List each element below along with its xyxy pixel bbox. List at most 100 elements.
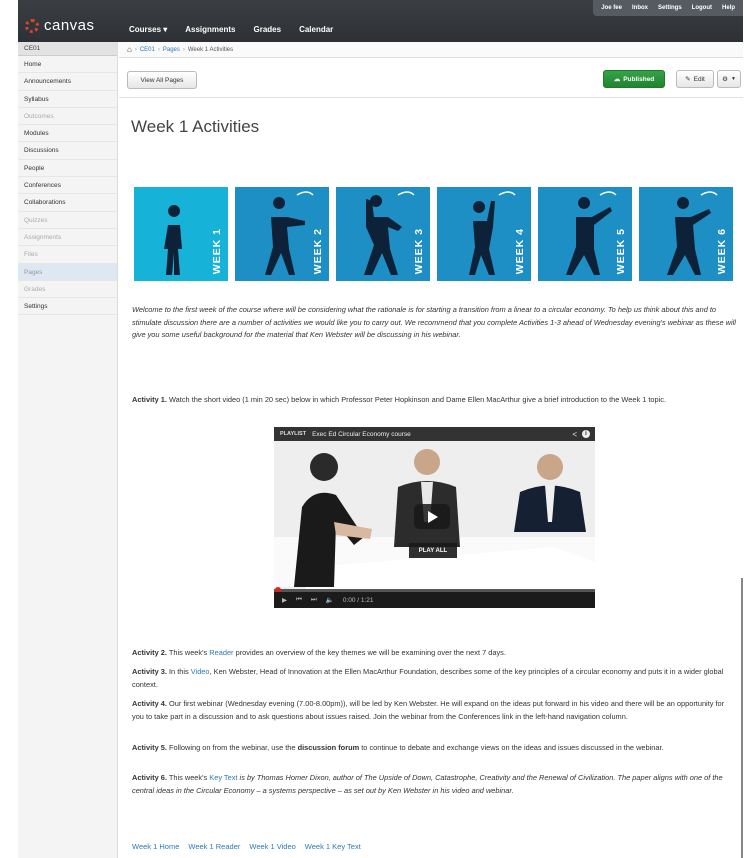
published-button[interactable]: ☁ Published [603,70,665,88]
play-icon[interactable] [414,504,450,529]
week-1-home-link[interactable]: Week 1 Home [132,842,179,851]
activity-1-text: Watch the short video (1 min 20 sec) bel… [166,395,667,404]
sidebar-item-home[interactable]: Home [18,56,117,74]
sidebar-item-settings[interactable]: Settings [18,298,117,316]
video-link[interactable]: Video [191,667,210,676]
week-6-banner[interactable]: WEEK 6 [639,187,733,281]
week-1-banner[interactable]: WEEK 1 [134,187,228,281]
week-1-reader-link[interactable]: Week 1 Reader [188,842,240,851]
sidebar-item-pages[interactable]: Pages [18,263,117,281]
activity-4: Activity 4. Our first webinar (Wednesday… [132,698,737,723]
video-player[interactable]: PLAYLIST Exec Ed Circular Economy course… [274,427,595,608]
inbox-link[interactable]: Inbox [632,5,648,11]
settings-dropdown-button[interactable]: ⚙ ▼ [717,70,741,88]
logout-link[interactable]: Logout [692,5,712,11]
week-label: WEEK 4 [514,227,526,274]
activity-5-pre: Following on from the webinar, use the [166,743,298,752]
view-all-pages-button[interactable]: View All Pages [127,71,197,89]
silhouette-path [667,197,711,275]
week-4-banner[interactable]: WEEK 4 [437,187,531,281]
sidebar-item-collaborations[interactable]: Collaborations [18,194,117,212]
week-5-banner[interactable]: WEEK 5 [538,187,632,281]
activity-2-pre: This week's [166,648,210,657]
sidebar-item-syllabus[interactable]: Syllabus [18,91,117,108]
sidebar-item-conferences[interactable]: Conferences [18,177,117,195]
silhouette-path [469,201,495,275]
activity-2-label: Activity 2. [132,648,167,657]
activity-3-pre: In this [166,667,191,676]
week-1-video-link[interactable]: Week 1 Video [249,842,295,851]
canvas-logo[interactable]: canvas [25,17,95,34]
arc-mark [599,191,617,196]
video-time: 0:00 / 1:21 [342,596,374,604]
pencil-icon: ✎ [685,76,691,83]
sidebar-item-discussions[interactable]: Discussions [18,142,117,160]
sidebar-item-announcements[interactable]: Announcements [18,73,117,91]
activity-6-label: Activity 6. [132,773,167,782]
share-icon[interactable]: < [572,430,577,439]
edit-label: Edit [693,75,705,83]
edit-button[interactable]: ✎ Edit [676,70,714,88]
activity-3-label: Activity 3. [132,667,167,676]
activity-5-post: to continue to debate and exchange views… [359,743,664,752]
previous-icon[interactable]: ⏮ [296,596,302,604]
activity-5: Activity 5. Following on from the webina… [132,742,737,755]
activity-3: Activity 3. In this Video, Ken Webster, … [132,666,737,691]
settings-link[interactable]: Settings [658,5,682,11]
logo-text: canvas [44,17,95,34]
help-link[interactable]: Help [722,5,735,11]
silhouette-path [566,197,612,275]
activity-6-pre: This week's [166,773,210,782]
course-sidebar: CE01 Home Announcements Syllabus Outcomes Mo… [18,42,118,858]
playlist-label[interactable]: PLAYLIST [280,431,306,437]
sidebar-item-outcomes[interactable]: Outcomes [18,108,117,126]
page-toolbar: View All Pages ☁ Published ✎ Edit ⚙ ▼ [119,58,743,98]
main-nav: Courses ▾ Assignments Grades Calendar [129,25,333,34]
canvas-logo-icon [25,18,39,33]
week-1-key-text-link[interactable]: Week 1 Key Text [305,842,361,851]
course-code: CE01 [18,42,117,56]
page-title: Week 1 Activities [131,117,260,136]
play-control-icon[interactable]: ▶ [282,596,287,604]
sidebar-item-assignments[interactable]: Assignments [18,229,117,247]
scrollbar[interactable] [741,578,743,858]
week-label: WEEK 5 [615,227,627,274]
week-3-banner[interactable]: WEEK 3 [336,187,430,281]
video-title-bar: PLAYLIST Exec Ed Circular Economy course… [274,427,595,441]
nav-courses[interactable]: Courses ▾ [129,25,167,34]
sidebar-item-quizzes[interactable]: Quizzes [18,212,117,229]
play-all-button[interactable]: PLAY ALL [409,543,457,558]
sidebar-item-modules[interactable]: Modules [18,125,117,143]
info-icon[interactable]: i [582,430,590,438]
video-title[interactable]: Exec Ed Circular Economy course [312,431,411,438]
nav-calendar[interactable]: Calendar [299,25,333,34]
breadcrumb-pages[interactable]: Pages [163,47,180,53]
activity-4-text: Our first webinar (Wednesday evening (7.… [132,699,725,721]
sidebar-item-grades[interactable]: Grades [18,281,117,299]
sidebar-item-people[interactable]: People [18,160,117,178]
sidebar-item-files[interactable]: Files [18,246,117,264]
next-icon[interactable]: ⏭ [311,596,317,604]
nav-assignments[interactable]: Assignments [185,25,235,34]
silhouette-path [164,205,182,275]
user-name-link[interactable]: Joe fee [601,5,622,11]
week-links: Week 1 Home Week 1 Reader Week 1 Video W… [132,842,361,851]
published-label: Published [623,75,655,83]
intro-paragraph: Welcome to the first week of the course … [132,305,736,339]
week-2-banner[interactable]: WEEK 2 [235,187,329,281]
discussion-forum-text: discussion forum [297,743,360,752]
activity-2: Activity 2. This week's Reader provides … [132,647,737,660]
key-text-link[interactable]: Key Text [209,773,237,782]
arc-mark [296,191,314,196]
week-label: WEEK 1 [211,227,223,274]
nav-grades[interactable]: Grades [253,25,281,34]
arc-mark [498,191,516,196]
home-icon[interactable]: ⌂ [127,45,132,54]
activity-1-label: Activity 1. [132,395,167,404]
arc-mark [700,191,718,196]
week-label: WEEK 2 [312,227,324,274]
breadcrumb-course[interactable]: CE01 [140,47,155,53]
breadcrumb-separator: › [134,46,137,53]
volume-icon[interactable]: 🔈 [326,596,334,604]
reader-link[interactable]: Reader [209,648,233,657]
